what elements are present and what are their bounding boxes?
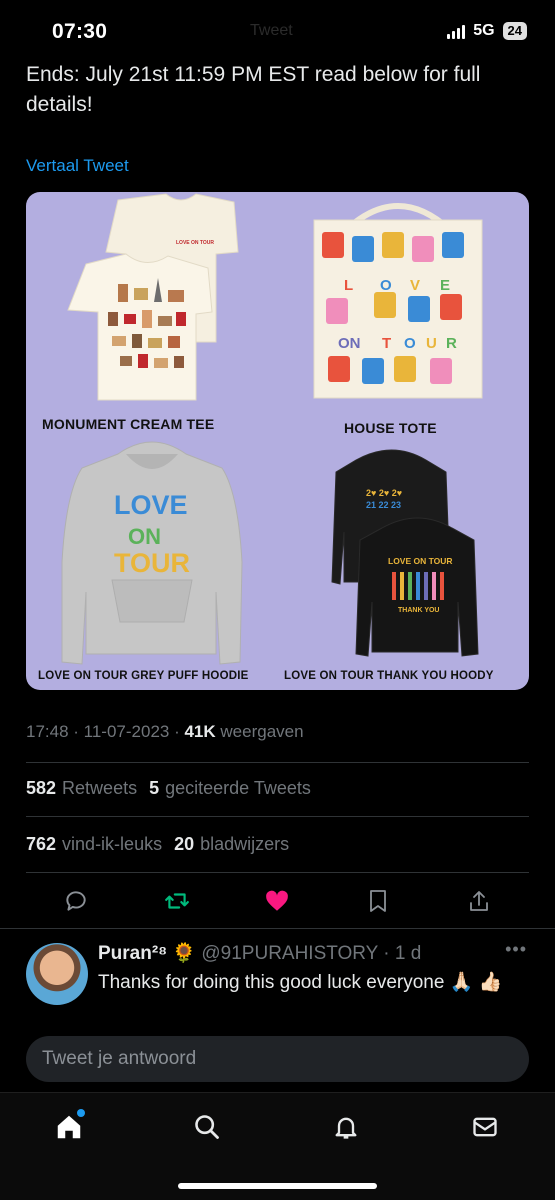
likes-row: 762 vind-ik-leuks 20 bladwijzers [26,834,289,855]
nav-notifications[interactable] [328,1109,364,1145]
like-button[interactable] [257,881,297,921]
likes-count: 762 [26,834,57,854]
reply-time: 1 d [394,943,422,964]
home-indicator[interactable] [178,1183,377,1189]
signal-icon [447,23,466,39]
tote-letter: O [380,277,392,294]
battery-icon: 24 [502,22,527,40]
tote-letter: E [440,277,450,294]
engagement-row: 582 Retweets 5 geciteerde Tweets [26,778,311,799]
tweet-text: Ends: July 21st 11:59 PM EST read below … [26,63,481,116]
hoodie-front-print: 2♥ 2♥ 2♥ [366,488,402,498]
hoodie-front-years: 21 22 23 [366,500,401,510]
product-label: MONUMENT CREAM TEE [42,416,215,432]
hoodie-print-on: ON [128,524,161,549]
tote-letter: ON [338,335,361,352]
retweets-label: Retweets [62,778,138,798]
search-icon [195,1115,219,1139]
messages-icon [473,1117,497,1137]
retweets-stat[interactable]: 582 Retweets [26,778,137,798]
tote-letter: U [426,335,437,352]
thank-you-hoodie-back: LOVE ON TOUR THANK YOU [355,517,479,657]
tote-letter: O [404,335,416,352]
hoodie-print-tour: TOUR [114,548,190,578]
tweet-date: 11-07-2023 [83,722,170,741]
tweet-actions [26,878,529,924]
network-label: 5G [473,22,495,39]
retweet-icon [164,893,189,909]
hoodie-back-print: LOVE ON TOUR [388,556,453,566]
reply-input[interactable] [42,1036,512,1082]
divider [26,816,529,817]
grey-puff-hoodie: LOVE ON TOUR [61,441,243,665]
bookmarks-count: 20 [174,834,195,854]
likes-stat[interactable]: 762 vind-ik-leuks [26,834,162,854]
quotes-stat[interactable]: 5 geciteerde Tweets [149,778,311,798]
reply-header: Puran²⁸ 🌻 @91PURAHISTORY · 1 d [98,943,422,964]
status-bar: 07:30 Tweet 5G 24 [0,0,555,64]
hoodie-print-love: LOVE [114,490,188,520]
tweet-time: 17:48 [26,722,69,741]
reply-text: Thanks for doing this good luck everyone… [98,972,503,993]
bookmark-icon [370,890,386,912]
header-title: Tweet [250,22,293,39]
reply-composer[interactable] [26,1036,529,1082]
like-icon [266,890,289,911]
house-tote: L O V E ON T O U R [313,203,483,399]
views-count: 41K [184,722,216,741]
retweet-button[interactable] [157,881,197,921]
share-icon [469,891,488,911]
product-label: LOVE ON TOUR GREY PUFF HOODIE [38,670,249,682]
status-time: 07:30 [52,20,108,43]
quotes-count: 5 [149,778,160,798]
retweets-count: 582 [26,778,57,798]
reply-author-handle: @91PURAHISTORY [201,943,379,964]
reply-icon [66,891,86,911]
product-label: LOVE ON TOUR THANK YOU HOODY [284,670,494,682]
notifications-icon [335,1117,357,1139]
share-button[interactable] [459,881,499,921]
tweet-media-image[interactable]: LOVE ON TOUR L O V E ON T O U R LOVE ON … [26,192,529,690]
likes-label: vind-ik-leuks [62,834,163,854]
status-indicators: 5G 24 [447,22,527,40]
product-label: HOUSE TOTE [344,420,437,436]
bookmark-button[interactable] [358,881,398,921]
nav-search[interactable] [189,1109,225,1145]
tote-letter: V [410,277,420,294]
reply-author-name[interactable]: Puran²⁸ 🌻 [98,943,196,964]
tote-letter: L [344,277,353,294]
avatar[interactable] [26,943,88,1005]
merch-illustration: LOVE ON TOUR L O V E ON T O U R LOVE ON … [61,193,483,665]
bookmarks-label: bladwijzers [200,834,290,854]
monument-tee-front [67,253,213,401]
tote-letter: R [446,335,457,352]
tweet-meta: 17:48 · 11-07-2023 · 41K weergaven [26,722,304,741]
divider [26,762,529,763]
translate-tweet-link[interactable]: Vertaal Tweet [26,156,129,176]
tee-chest-print: LOVE ON TOUR [176,240,214,246]
quotes-label: geciteerde Tweets [165,778,311,798]
notification-dot [77,1109,85,1117]
tote-letter: T [382,335,391,352]
views-label: weergaven [220,722,304,741]
reply-button[interactable] [56,881,96,921]
nav-home[interactable] [51,1109,87,1145]
divider [26,872,529,873]
hoodie-back-thankyou: THANK YOU [398,607,439,614]
nav-messages[interactable] [467,1109,503,1145]
reply-tweet[interactable]: Puran²⁸ 🌻 @91PURAHISTORY · 1 d ••• Thank… [0,928,555,1026]
bookmarks-stat[interactable]: 20 bladwijzers [174,834,289,854]
more-options-icon[interactable]: ••• [505,939,527,960]
